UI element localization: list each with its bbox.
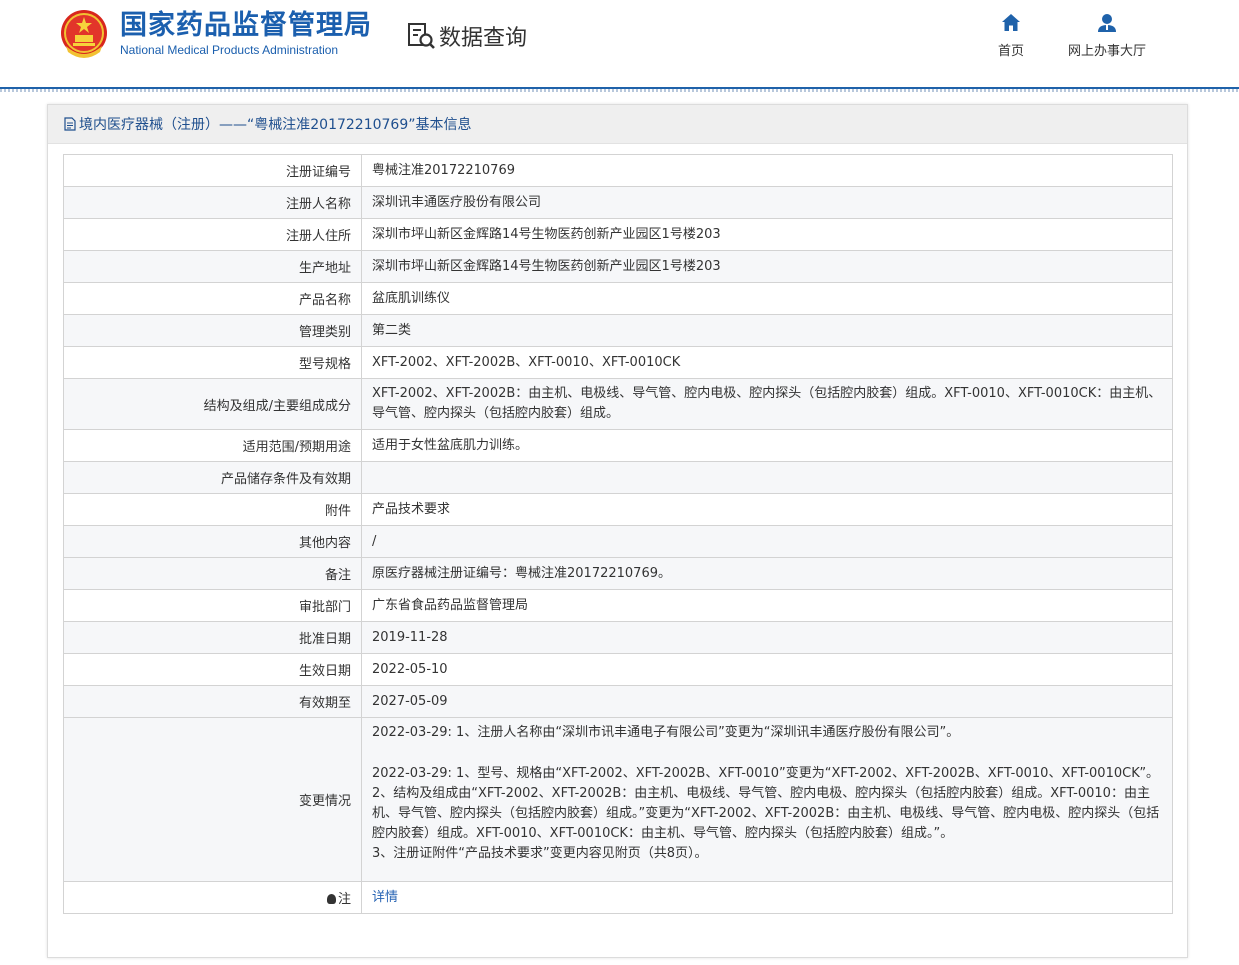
device-info-table: 注册证编号 粤械注准20172210769 注册人名称 深圳讯丰通医疗股份有限公…	[63, 154, 1173, 914]
field-value: 广东省食品药品监督管理局	[361, 589, 1173, 622]
nav-online-hall[interactable]: 网上办事大厅	[1068, 12, 1146, 59]
table-row: 适用范围/预期用途 适用于女性盆底肌力训练。	[63, 429, 1173, 462]
document-icon	[64, 117, 76, 131]
table-row: 注 详情	[63, 881, 1173, 914]
field-value: 深圳讯丰通医疗股份有限公司	[361, 186, 1173, 219]
field-value: 粤械注准20172210769	[361, 154, 1173, 187]
field-value: 产品技术要求	[361, 493, 1173, 526]
nav-home-label: 首页	[998, 44, 1025, 59]
field-label: 审批部门	[63, 589, 362, 622]
note-label: 注	[337, 892, 351, 907]
table-row: 审批部门 广东省食品药品监督管理局	[63, 589, 1173, 622]
field-value: 2019-11-28	[361, 621, 1173, 654]
change-entry: 2022-03-29: 1、注册人名称由“深圳市讯丰通电子有限公司”变更为“深圳…	[372, 725, 960, 740]
national-emblem-icon	[61, 10, 107, 58]
panel-title-text: 境内医疗器械（注册）——“粤械注准20172210769”基本信息	[79, 117, 472, 133]
table-row: 附件 产品技术要求	[63, 493, 1173, 526]
data-query-label: 数据查询	[439, 26, 528, 51]
field-label: 其他内容	[63, 525, 362, 558]
table-row: 注册人住所 深圳市坪山新区金辉路14号生物医药创新产业园区1号楼203	[63, 218, 1173, 251]
change-entry: 2022-03-29: 1、型号、规格由“XFT-2002、XFT-2002B、…	[372, 766, 1160, 781]
table-row: 结构及组成/主要组成成分 XFT-2002、XFT-2002B：由主机、电极线、…	[63, 378, 1173, 430]
field-label: 附件	[63, 493, 362, 526]
table-row: 产品储存条件及有效期	[63, 461, 1173, 494]
field-label: 结构及组成/主要组成成分	[63, 378, 362, 430]
home-icon	[1002, 14, 1020, 31]
change-history: 2022-03-29: 1、注册人名称由“深圳市讯丰通电子有限公司”变更为“深圳…	[361, 717, 1173, 882]
document-search-icon	[408, 23, 435, 49]
field-label: 生效日期	[63, 653, 362, 686]
field-value: 适用于女性盆底肌力训练。	[361, 429, 1173, 462]
field-label: 有效期至	[63, 685, 362, 718]
change-entry: 2、结构及组成由“XFT-2002、XFT-2002B：由主机、电极线、导气管、…	[372, 786, 1160, 841]
user-icon	[1098, 14, 1116, 32]
table-row: 备注 原医疗器械注册证编号：粤械注准20172210769。	[63, 557, 1173, 590]
data-query-title[interactable]: 数据查询	[406, 20, 527, 52]
table-row: 生效日期 2022-05-10	[63, 653, 1173, 686]
field-value: 第二类	[361, 314, 1173, 347]
field-value: 盆底肌训练仪	[361, 282, 1173, 315]
field-value: 深圳市坪山新区金辉路14号生物医药创新产业园区1号楼203	[361, 218, 1173, 251]
field-label: 批准日期	[63, 621, 362, 654]
field-label: 变更情况	[63, 717, 362, 882]
field-label: 注册人住所	[63, 218, 362, 251]
table-row: 注册人名称 深圳讯丰通医疗股份有限公司	[63, 186, 1173, 219]
field-value: 2027-05-09	[361, 685, 1173, 718]
field-label: 注册证编号	[63, 154, 362, 187]
field-value: 详情	[361, 881, 1173, 914]
agency-logo[interactable]: 国家药品监督管理局 National Medical Products Admi…	[58, 8, 372, 60]
field-value: 2022-05-10	[361, 653, 1173, 686]
table-row: 批准日期 2019-11-28	[63, 621, 1173, 654]
field-label: 产品名称	[63, 282, 362, 315]
table-row: 注册证编号 粤械注准20172210769	[63, 154, 1173, 187]
lightbulb-icon	[326, 894, 336, 904]
field-label: 备注	[63, 557, 362, 590]
nav-home[interactable]: 首页	[998, 12, 1024, 59]
table-row: 其他内容 /	[63, 525, 1173, 558]
field-value: /	[361, 525, 1173, 558]
field-label: 管理类别	[63, 314, 362, 347]
nav-online-hall-label: 网上办事大厅	[1068, 44, 1147, 59]
field-value: XFT-2002、XFT-2002B、XFT-0010、XFT-0010CK	[361, 346, 1173, 379]
field-label: 注册人名称	[63, 186, 362, 219]
field-value: 深圳市坪山新区金辉路14号生物医药创新产业园区1号楼203	[361, 250, 1173, 283]
table-row: 有效期至 2027-05-09	[63, 685, 1173, 718]
table-row-changes: 变更情况 2022-03-29: 1、注册人名称由“深圳市讯丰通电子有限公司”变…	[63, 717, 1173, 882]
header-divider-pattern	[0, 89, 1239, 92]
table-row: 生产地址 深圳市坪山新区金辉路14号生物医药创新产业园区1号楼203	[63, 250, 1173, 283]
table-row: 型号规格 XFT-2002、XFT-2002B、XFT-0010、XFT-001…	[63, 346, 1173, 379]
field-value	[361, 461, 1173, 494]
field-label: 型号规格	[63, 346, 362, 379]
agency-name-cn: 国家药品监督管理局	[120, 10, 372, 41]
field-label: 适用范围/预期用途	[63, 429, 362, 462]
field-label: 注	[63, 881, 362, 914]
table-row: 管理类别 第二类	[63, 314, 1173, 347]
agency-name-en: National Medical Products Administration	[120, 43, 339, 57]
field-value: XFT-2002、XFT-2002B：由主机、电极线、导气管、腔内电极、腔内探头…	[361, 378, 1173, 430]
change-entry: 3、注册证附件“产品技术要求”变更内容见附页（共8页）。	[372, 846, 708, 861]
detail-panel: 境内医疗器械（注册）——“粤械注准20172210769”基本信息 注册证编号 …	[47, 104, 1188, 958]
details-link[interactable]: 详情	[372, 890, 398, 905]
panel-title: 境内医疗器械（注册）——“粤械注准20172210769”基本信息	[48, 105, 1187, 144]
table-row: 产品名称 盆底肌训练仪	[63, 282, 1173, 315]
field-value: 原医疗器械注册证编号：粤械注准20172210769。	[361, 557, 1173, 590]
site-header: 国家药品监督管理局 National Medical Products Admi…	[0, 0, 1239, 92]
field-label: 产品储存条件及有效期	[63, 461, 362, 494]
field-label: 生产地址	[63, 250, 362, 283]
